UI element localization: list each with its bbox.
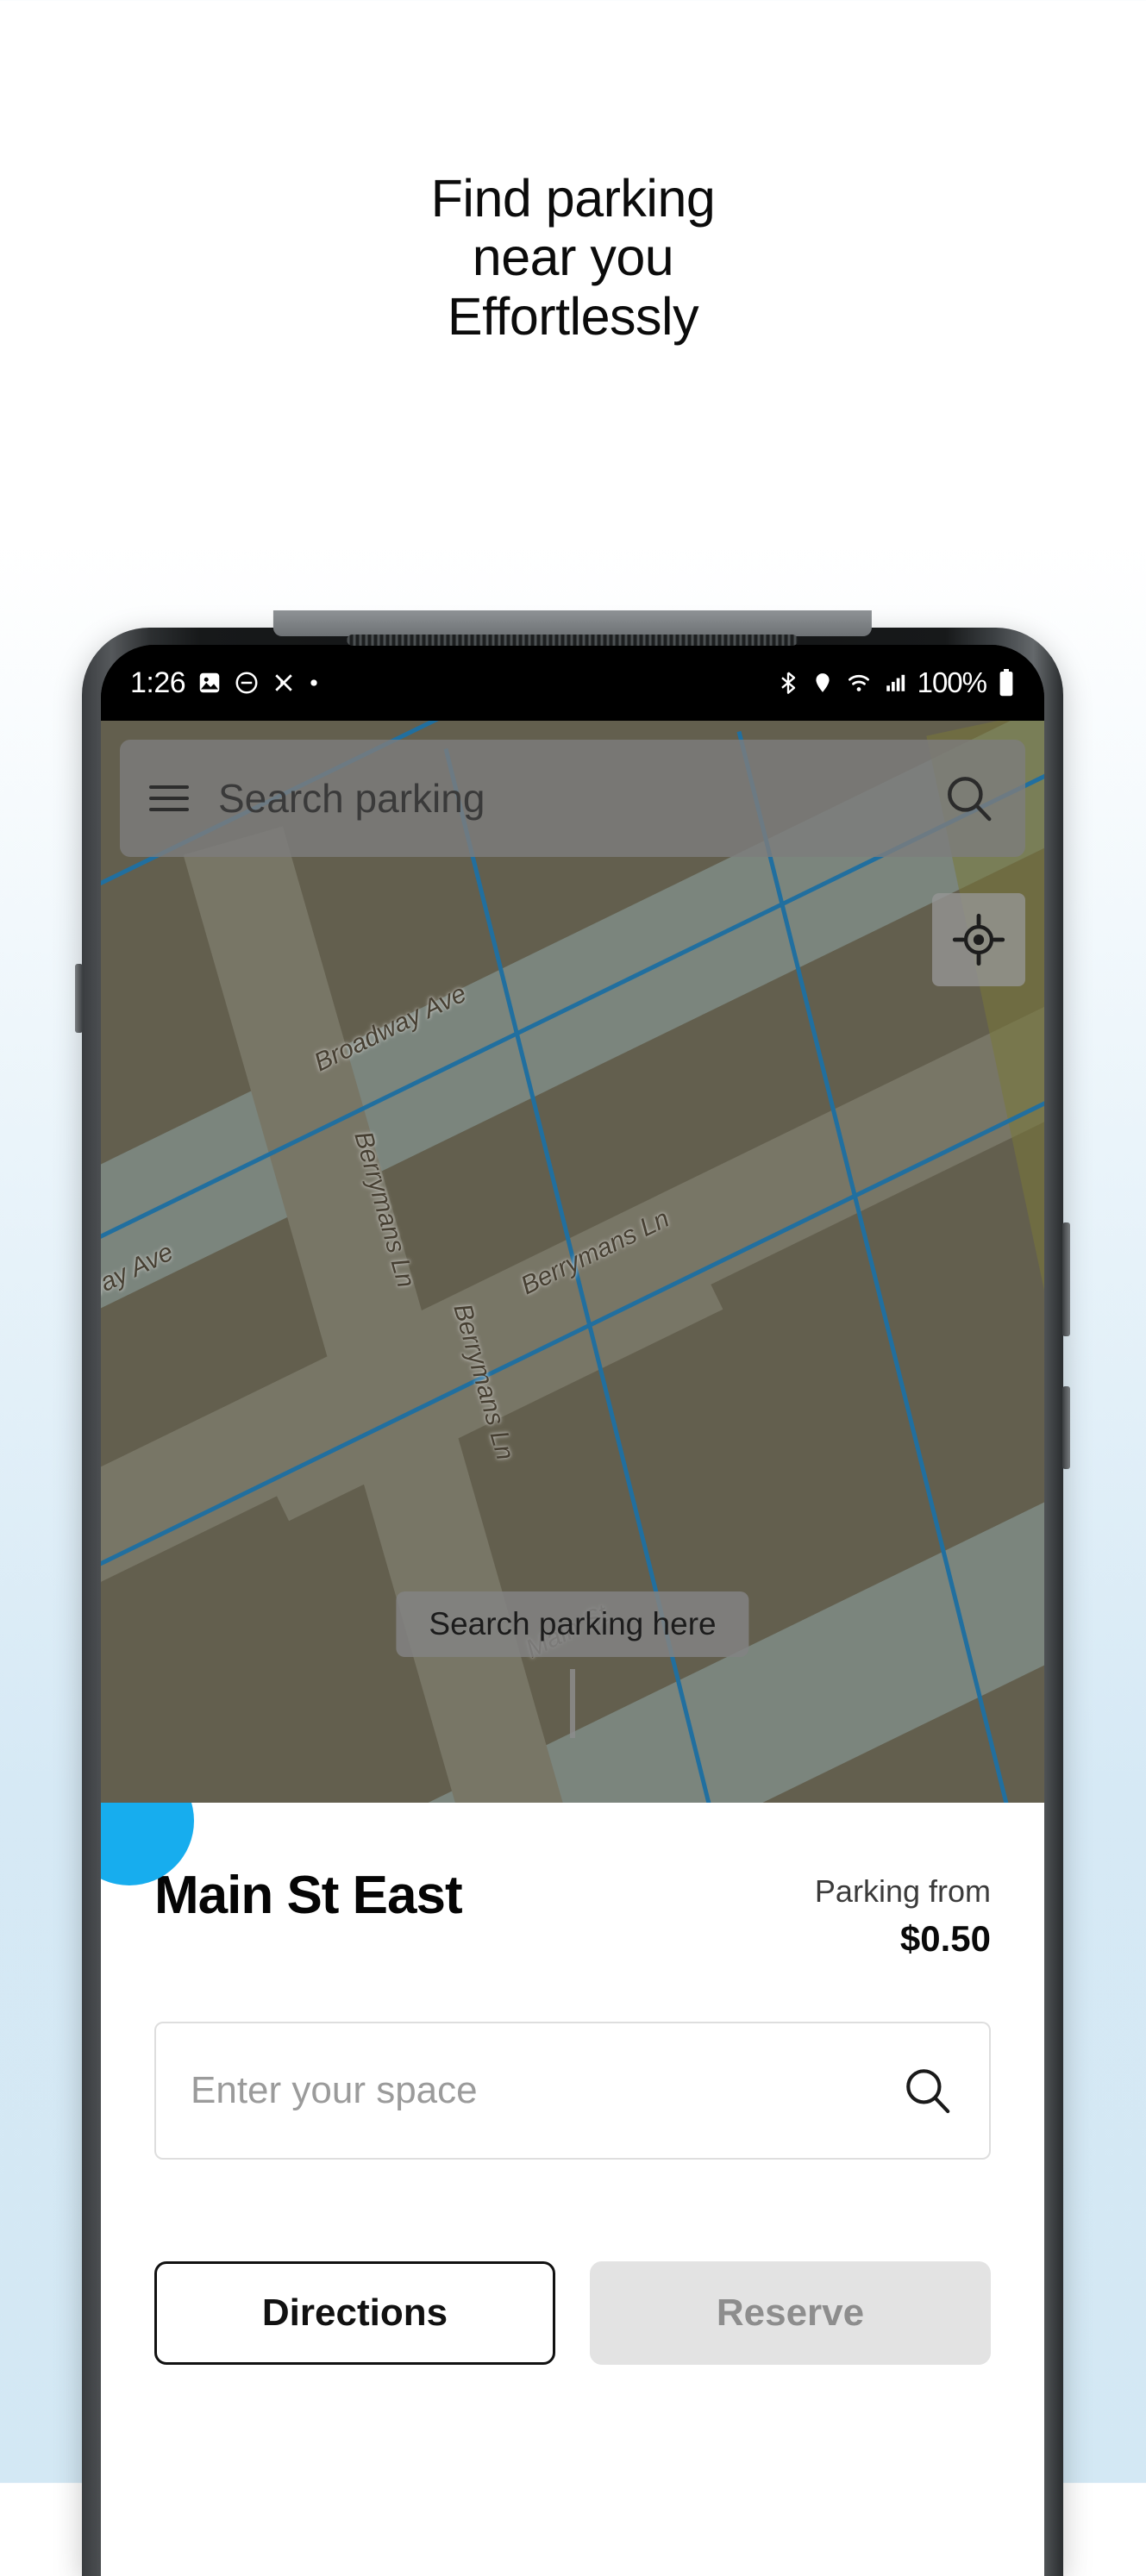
search-bar[interactable]: Search parking	[120, 740, 1025, 857]
bottom-sheet: Main St East Parking from $0.50 Enter yo…	[101, 1803, 1044, 2576]
space-input-placeholder[interactable]: Enter your space	[191, 2069, 901, 2112]
volume-button[interactable]	[1062, 1222, 1070, 1336]
hero-line-2: near you	[472, 228, 674, 287]
my-location-button[interactable]	[932, 893, 1025, 986]
place-title: Main St East	[154, 1866, 463, 1925]
status-bar-right: 100%	[776, 666, 1015, 699]
wifi-icon	[845, 670, 873, 696]
hamburger-menu-icon[interactable]	[149, 785, 189, 811]
power-button[interactable]	[1062, 1386, 1070, 1469]
search-parking-here-chip[interactable]: Search parking here	[396, 1591, 749, 1657]
search-icon[interactable]	[901, 2064, 955, 2117]
do-not-disturb-icon	[234, 670, 260, 696]
price-value: $0.50	[899, 1918, 991, 1959]
status-bar-left: 1:26	[130, 666, 320, 700]
phone-top-bezel	[272, 610, 873, 636]
status-bar: 1:26 100%	[101, 645, 1044, 721]
my-location-icon	[951, 912, 1006, 967]
status-time: 1:26	[130, 666, 186, 699]
map-view[interactable]: Broadway Ave Broadway Ave Berrymans Ln B…	[101, 721, 1044, 1803]
image-icon	[197, 670, 222, 696]
dot-icon	[308, 677, 320, 689]
phone-screen: 1:26 100% Broadway Ave Berrymans Ln Berr…	[101, 645, 1044, 2576]
battery-percent: 100%	[917, 666, 987, 698]
space-input-field[interactable]: Enter your space	[154, 2022, 991, 2160]
search-icon[interactable]	[942, 772, 996, 825]
assistant-button[interactable]	[75, 964, 83, 1033]
hero-line-3: Effortlessly	[447, 286, 699, 346]
price-label: Parking from	[814, 1873, 991, 1909]
map-pin-stem	[570, 1669, 575, 1738]
hero-line-1: Find parking	[430, 169, 716, 228]
search-input[interactable]: Search parking	[218, 775, 942, 822]
earpiece-speaker	[347, 635, 798, 646]
bluetooth-icon	[776, 670, 800, 696]
phone-mockup: 1:26 100% Broadway Ave Berrymans Ln Berr…	[75, 610, 1070, 2576]
battery-full-icon	[998, 669, 1015, 697]
mute-icon	[271, 670, 297, 696]
reserve-button[interactable]: Reserve	[590, 2261, 991, 2365]
price-block: Parking from $0.50	[815, 1865, 991, 1960]
sheet-action-buttons: Directions Reserve	[101, 2160, 1044, 2365]
directions-button[interactable]: Directions	[154, 2261, 555, 2365]
sheet-header: Main St East Parking from $0.50	[101, 1803, 1044, 1960]
hero-headline: Find parking near you Effortlessly	[0, 169, 1146, 346]
cellular-signal-icon	[884, 670, 906, 696]
location-icon	[811, 670, 834, 696]
